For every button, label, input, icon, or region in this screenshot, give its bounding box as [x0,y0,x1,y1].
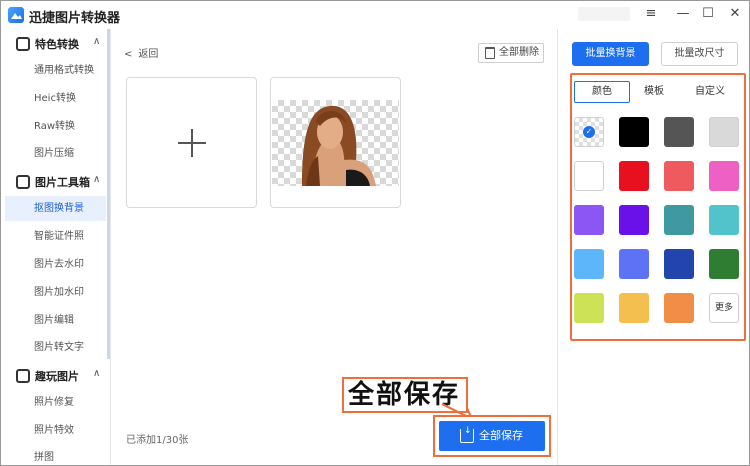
save-all-button[interactable]: ↓ 全部保存 [439,421,545,451]
close-button[interactable]: ✕ [725,4,745,24]
swap-icon [16,37,30,51]
callout-annotation: 全部保存 [342,377,468,413]
color-swatch[interactable] [574,249,604,279]
main-content: < 返回 全部删除 已添加1/30张 全部保存 ↓ 全部保存 [112,29,557,465]
image-thumbnail-card[interactable] [270,77,401,208]
chevron-up-icon: ∧ [93,368,101,379]
title-bar: 迅捷图片转换器 ≡ — ☐ ✕ [1,1,749,29]
tab-custom[interactable]: 自定义 [682,81,738,103]
color-swatch[interactable] [664,205,694,235]
minimize-button[interactable]: — [673,4,693,24]
sidebar-item-remove-watermark[interactable]: 图片去水印 [5,252,106,277]
app-title: 迅捷图片转换器 [29,11,121,26]
color-swatch[interactable] [619,249,649,279]
sidebar-item-edit[interactable]: 图片编辑 [5,308,106,333]
sidebar-item-format-convert[interactable]: 通用格式转换 [5,58,106,83]
menu-icon[interactable]: ≡ [641,4,661,24]
section-label: 趣玩图片 [35,370,79,383]
tab-color[interactable]: 颜色 [574,81,630,103]
color-swatch[interactable] [619,205,649,235]
color-swatch[interactable] [619,293,649,323]
section-header-fun-images[interactable]: 趣玩图片 ∧ [1,363,107,389]
toolbox-icon [16,175,30,189]
sidebar-scrollbar[interactable] [107,29,110,359]
download-icon: ↓ [460,426,474,443]
section-label: 特色转换 [35,38,79,51]
sidebar: 特色转换 ∧ 通用格式转换 Heic转换 Raw转换 图片压缩 图片工具箱 ∧ … [1,29,111,465]
color-swatch[interactable] [574,161,604,191]
swatch-transparent[interactable]: ✓ [574,117,604,147]
back-link[interactable]: < 返回 [124,45,158,60]
check-icon: ✓ [583,126,595,138]
color-swatch[interactable] [619,117,649,147]
trash-icon [485,47,495,59]
sidebar-item-photo-effects[interactable]: 照片特效 [5,418,106,443]
tab-batch-background[interactable]: 批量换背景 [572,42,649,66]
color-swatch[interactable] [574,293,604,323]
section-header-toolbox[interactable]: 图片工具箱 ∧ [1,169,107,195]
sidebar-item-id-photo[interactable]: 智能证件照 [5,224,106,249]
color-swatch[interactable] [619,161,649,191]
color-swatch[interactable] [709,249,739,279]
added-count-label: 已添加1/30张 [126,435,189,446]
color-swatch[interactable] [664,293,694,323]
title-bar-placeholder [578,7,630,21]
sidebar-item-compress[interactable]: 图片压缩 [5,141,106,166]
app-window: 迅捷图片转换器 ≡ — ☐ ✕ 特色转换 ∧ 通用格式转换 Heic转换 Raw… [0,0,750,466]
color-swatch[interactable] [574,205,604,235]
chevron-up-icon: ∧ [93,174,101,185]
more-colors-button[interactable]: 更多 [709,293,739,323]
sidebar-item-add-watermark[interactable]: 图片加水印 [5,280,106,305]
sidebar-item-cutout-background[interactable]: 抠图换背景 [5,196,106,221]
color-swatch[interactable] [709,205,739,235]
color-swatch[interactable] [664,117,694,147]
save-all-label: 全部保存 [479,429,523,442]
section-header-special-convert[interactable]: 特色转换 ∧ [1,31,107,57]
color-swatch[interactable] [664,161,694,191]
color-swatch[interactable] [709,117,739,147]
sidebar-item-image-to-text[interactable]: 图片转文字 [5,335,106,360]
right-panel: 批量换背景 批量改尺寸 颜色 模板 自定义 ✓ 更多 [557,29,749,465]
delete-all-button[interactable]: 全部删除 [478,43,544,63]
app-logo-icon [8,7,24,23]
tab-template[interactable]: 模板 [626,81,682,103]
cutout-portrait-image [302,105,376,186]
sidebar-item-photo-repair[interactable]: 照片修复 [5,390,106,415]
sidebar-item-raw[interactable]: Raw转换 [5,114,106,139]
color-swatch[interactable] [709,161,739,191]
chevron-left-icon: < [124,49,133,60]
tab-batch-resize[interactable]: 批量改尺寸 [661,42,738,66]
sidebar-item-collage[interactable]: 拼图 [5,445,106,466]
plus-icon-vertical [191,129,193,157]
maximize-button[interactable]: ☐ [698,4,718,24]
back-label: 返回 [138,49,159,60]
sidebar-item-heic[interactable]: Heic转换 [5,86,106,111]
chevron-up-icon: ∧ [93,36,101,47]
section-label: 图片工具箱 [35,176,90,189]
callout-text: 全部保存 [348,380,461,410]
add-image-card[interactable] [126,77,257,208]
delete-all-label: 全部删除 [499,47,539,58]
image-icon [16,369,30,383]
color-swatch[interactable] [664,249,694,279]
